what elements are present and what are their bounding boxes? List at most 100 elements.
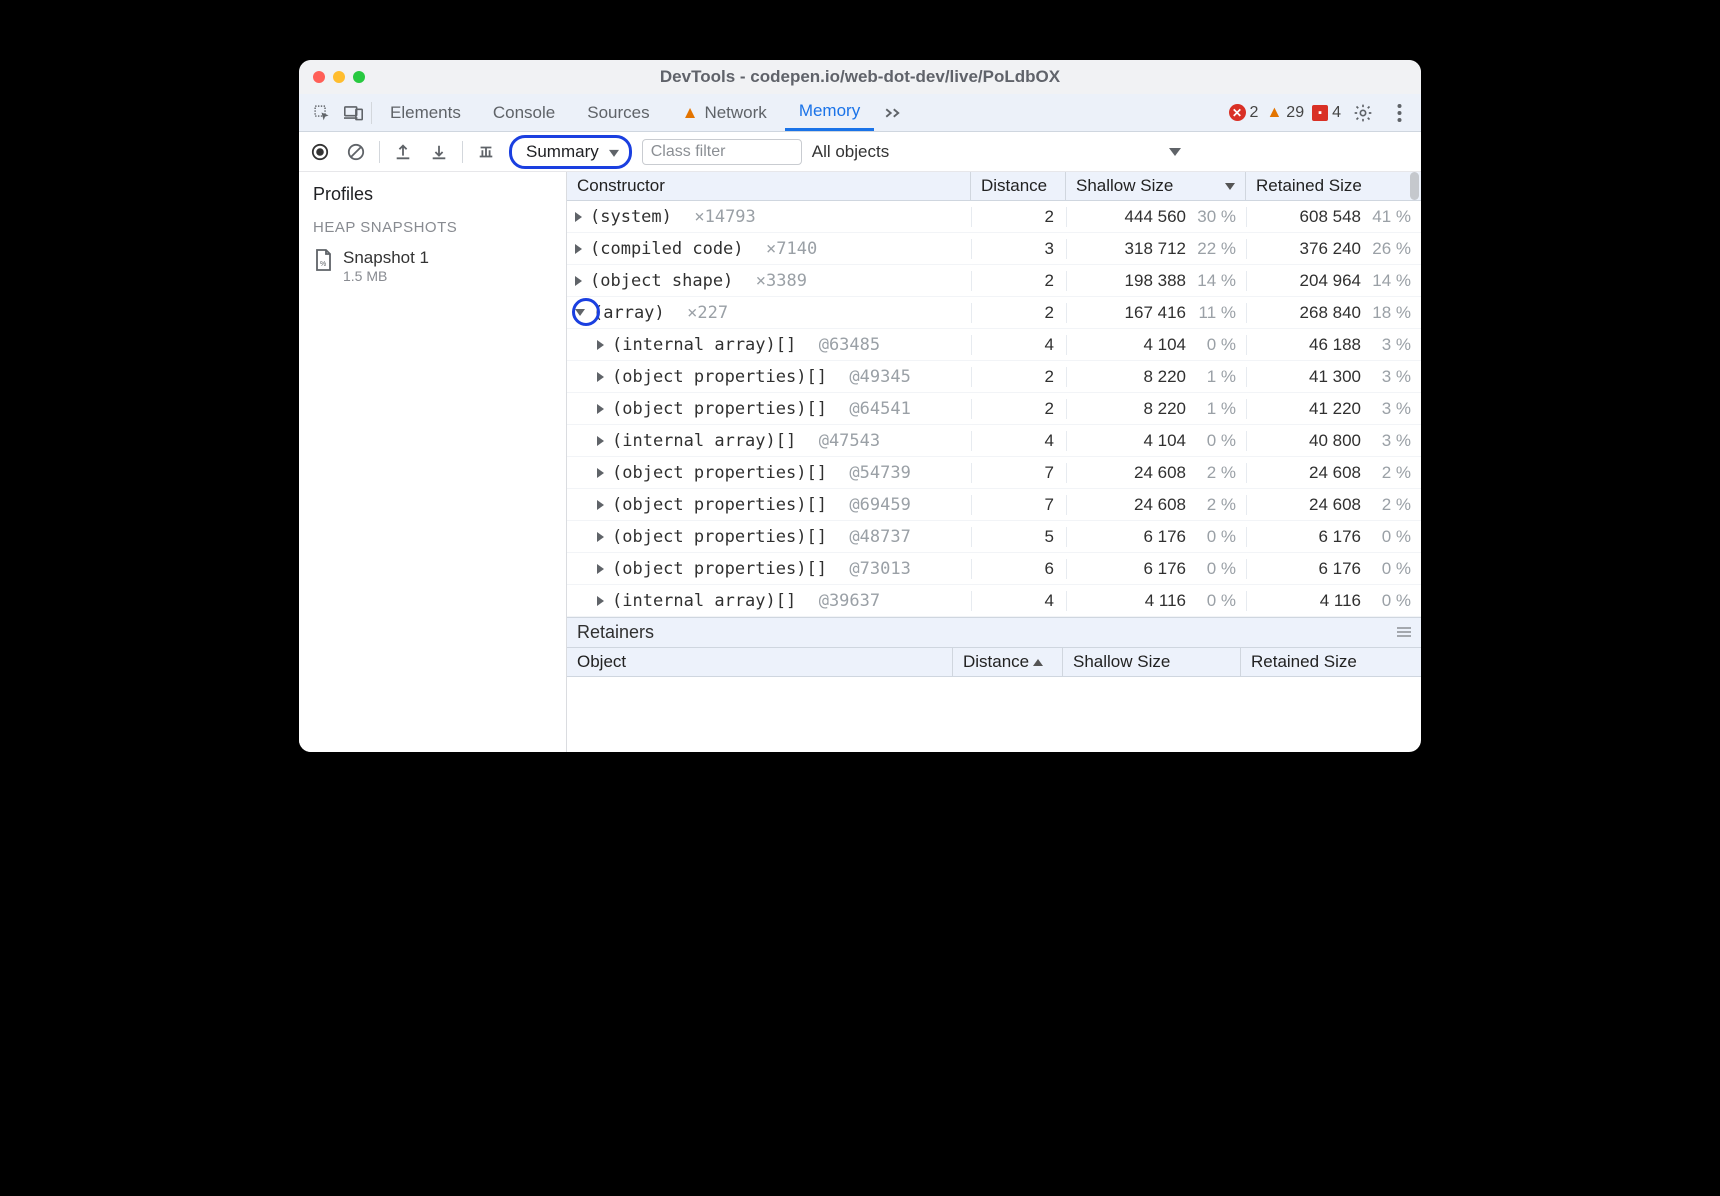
snapshot-size: 1.5 MB	[343, 268, 429, 284]
expand-right-icon[interactable]	[597, 532, 604, 542]
column-shallow-size[interactable]: Shallow Size	[1066, 172, 1246, 200]
table-row[interactable]: (compiled code) ×71403318 71222 %376 240…	[567, 233, 1421, 265]
expand-right-icon[interactable]	[597, 564, 604, 574]
expand-right-icon[interactable]	[597, 468, 604, 478]
tab-elements[interactable]: Elements	[376, 94, 475, 131]
table-row[interactable]: (internal array)[] @4754344 1040 %40 800…	[567, 425, 1421, 457]
clear-icon[interactable]	[343, 139, 369, 165]
row-shallow-pct: 11 %	[1194, 303, 1236, 323]
expand-right-icon[interactable]	[597, 436, 604, 446]
class-filter-input[interactable]	[642, 139, 802, 165]
row-shallow-pct: 2 %	[1194, 495, 1236, 515]
table-row[interactable]: (object properties)[] @69459724 6082 %24…	[567, 489, 1421, 521]
row-retained: 268 840	[1300, 303, 1361, 323]
snapshot-item[interactable]: % Snapshot 1 1.5 MB	[299, 242, 566, 290]
row-name: (internal array)[]	[612, 591, 796, 611]
divider	[462, 141, 463, 163]
expand-down-icon[interactable]	[575, 309, 585, 316]
expand-right-icon[interactable]	[597, 596, 604, 606]
row-shallow-pct: 1 %	[1194, 399, 1236, 419]
row-retained: 204 964	[1300, 271, 1361, 291]
row-shallow: 167 416	[1125, 303, 1186, 323]
tab-more[interactable]	[878, 94, 908, 131]
row-shallow-pct: 1 %	[1194, 367, 1236, 387]
retainers-menu-icon[interactable]	[1397, 622, 1411, 643]
ret-column-object[interactable]: Object	[567, 648, 953, 676]
row-name: (object properties)[]	[612, 495, 827, 515]
view-mode-dropdown[interactable]: Summary	[509, 135, 632, 169]
expand-right-icon[interactable]	[597, 404, 604, 414]
table-row[interactable]: (array) ×2272167 41611 %268 84018 %	[567, 297, 1421, 329]
tab-network[interactable]: ▲ Network	[668, 94, 781, 131]
row-suffix: @64541	[829, 399, 911, 419]
collect-garbage-icon[interactable]	[473, 139, 499, 165]
row-shallow: 6 176	[1143, 559, 1186, 579]
gear-icon[interactable]	[1349, 99, 1377, 127]
ret-column-shallow[interactable]: Shallow Size	[1063, 648, 1241, 676]
table-row[interactable]: (internal array)[] @6348544 1040 %46 188…	[567, 329, 1421, 361]
tab-console[interactable]: Console	[479, 94, 569, 131]
row-suffix: ×14793	[674, 207, 756, 227]
table-row[interactable]: (system) ×147932444 56030 %608 54841 %	[567, 201, 1421, 233]
expand-right-icon[interactable]	[597, 500, 604, 510]
row-distance: 2	[971, 271, 1066, 291]
upload-icon[interactable]	[390, 139, 416, 165]
table-row[interactable]: (object properties)[] @6454128 2201 %41 …	[567, 393, 1421, 425]
kebab-icon[interactable]	[1385, 99, 1413, 127]
issues-icon: ▪	[1312, 105, 1328, 121]
expand-right-icon[interactable]	[575, 276, 582, 286]
table-row[interactable]: (object properties)[] @54739724 6082 %24…	[567, 457, 1421, 489]
row-shallow: 8 220	[1143, 367, 1186, 387]
warning-icon: ▲	[682, 103, 699, 123]
memory-body: Profiles HEAP SNAPSHOTS % Snapshot 1 1.5…	[299, 172, 1421, 752]
row-shallow: 24 608	[1134, 495, 1186, 515]
error-badge[interactable]: ✕ 2	[1229, 104, 1259, 122]
scrollbar-thumb[interactable]	[1410, 172, 1419, 200]
table-row[interactable]: (object shape) ×33892198 38814 %204 9641…	[567, 265, 1421, 297]
row-retained-pct: 3 %	[1369, 431, 1411, 451]
column-distance[interactable]: Distance	[971, 172, 1066, 200]
issues-badge[interactable]: ▪ 4	[1312, 104, 1341, 122]
column-retained-size[interactable]: Retained Size	[1246, 172, 1421, 200]
inspect-element-icon[interactable]	[307, 99, 335, 127]
svg-text:%: %	[320, 261, 326, 268]
window-title: DevTools - codepen.io/web-dot-dev/live/P…	[299, 67, 1421, 87]
row-retained: 6 176	[1318, 559, 1361, 579]
row-shallow-pct: 14 %	[1194, 271, 1236, 291]
row-suffix: ×227	[667, 303, 728, 323]
expand-right-icon[interactable]	[575, 244, 582, 254]
retainers-title: Retainers	[567, 617, 1421, 648]
download-icon[interactable]	[426, 139, 452, 165]
table-row[interactable]: (internal array)[] @3963744 1160 %4 1160…	[567, 585, 1421, 617]
row-distance: 4	[971, 591, 1066, 611]
row-name: (internal array)[]	[612, 335, 796, 355]
expand-right-icon[interactable]	[575, 212, 582, 222]
row-shallow: 24 608	[1134, 463, 1186, 483]
table-row[interactable]: (object properties)[] @4873756 1760 %6 1…	[567, 521, 1421, 553]
table-row[interactable]: (object properties)[] @4934528 2201 %41 …	[567, 361, 1421, 393]
row-shallow-pct: 22 %	[1194, 239, 1236, 259]
row-retained-pct: 3 %	[1369, 335, 1411, 355]
row-name: (array)	[593, 303, 665, 323]
expand-right-icon[interactable]	[597, 372, 604, 382]
row-shallow: 318 712	[1125, 239, 1186, 259]
row-suffix: @47543	[798, 431, 880, 451]
table-row[interactable]: (object properties)[] @7301366 1760 %6 1…	[567, 553, 1421, 585]
row-retained-pct: 3 %	[1369, 399, 1411, 419]
row-distance: 2	[971, 367, 1066, 387]
row-suffix: ×3389	[735, 271, 807, 291]
object-scope-dropdown[interactable]: All objects	[812, 142, 1181, 162]
row-retained-pct: 41 %	[1369, 207, 1411, 227]
row-retained: 41 220	[1309, 399, 1361, 419]
ret-column-distance[interactable]: Distance	[953, 648, 1063, 676]
tab-sources[interactable]: Sources	[573, 94, 663, 131]
memory-table-header: Constructor Distance Shallow Size Retain…	[567, 172, 1421, 201]
device-toggle-icon[interactable]	[339, 99, 367, 127]
expand-right-icon[interactable]	[597, 340, 604, 350]
row-retained: 41 300	[1309, 367, 1361, 387]
record-icon[interactable]	[307, 139, 333, 165]
warning-badge[interactable]: ▲ 29	[1266, 104, 1304, 122]
ret-column-retained[interactable]: Retained Size	[1241, 648, 1421, 676]
column-constructor[interactable]: Constructor	[567, 172, 971, 200]
tab-memory[interactable]: Memory	[785, 94, 874, 131]
